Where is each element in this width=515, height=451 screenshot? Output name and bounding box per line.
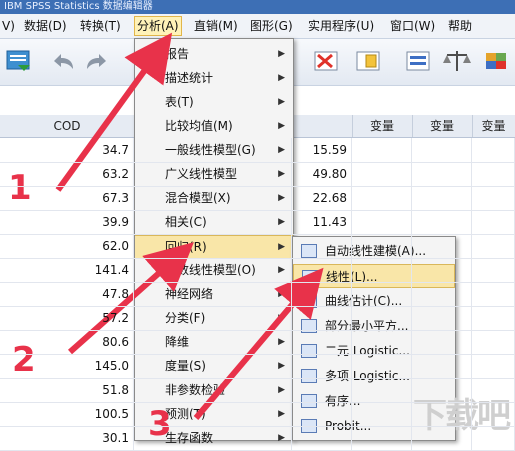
cell-empty[interactable] bbox=[412, 258, 472, 282]
cell-value[interactable] bbox=[292, 306, 352, 330]
table-row: 51.8 bbox=[0, 378, 515, 403]
cell-hidden[interactable] bbox=[134, 426, 292, 450]
cell-empty[interactable] bbox=[352, 162, 412, 186]
cell-empty[interactable] bbox=[412, 402, 472, 426]
cell-empty[interactable] bbox=[412, 306, 472, 330]
cell-cod[interactable]: 141.4 bbox=[0, 258, 134, 282]
cell-empty[interactable] bbox=[472, 138, 515, 162]
cell-hidden[interactable] bbox=[134, 354, 292, 378]
cell-empty[interactable] bbox=[352, 138, 412, 162]
table-row: 47.8 bbox=[0, 282, 515, 307]
cell-empty[interactable] bbox=[352, 402, 412, 426]
cell-value[interactable] bbox=[292, 282, 352, 306]
cell-value[interactable]: 22.68 bbox=[292, 186, 352, 210]
cell-empty[interactable] bbox=[352, 210, 412, 234]
cell-empty[interactable] bbox=[472, 354, 515, 378]
cell-empty[interactable] bbox=[472, 402, 515, 426]
table-row: 62.0 bbox=[0, 234, 515, 259]
cell-hidden[interactable] bbox=[134, 234, 292, 258]
cell-hidden[interactable] bbox=[134, 402, 292, 426]
cell-empty[interactable] bbox=[412, 378, 472, 402]
cell-empty[interactable] bbox=[472, 162, 515, 186]
cell-empty[interactable] bbox=[412, 210, 472, 234]
cell-empty[interactable] bbox=[472, 234, 515, 258]
cell-empty[interactable] bbox=[472, 210, 515, 234]
cell-empty[interactable] bbox=[472, 258, 515, 282]
cell-value[interactable] bbox=[292, 234, 352, 258]
cell-cod[interactable]: 34.7 bbox=[0, 138, 134, 162]
cell-hidden[interactable] bbox=[134, 330, 292, 354]
table-row: 67.3 22.68 bbox=[0, 186, 515, 211]
cell-empty[interactable] bbox=[412, 330, 472, 354]
cell-empty[interactable] bbox=[352, 306, 412, 330]
cell-value[interactable]: 15.59 bbox=[292, 138, 352, 162]
cell-hidden[interactable] bbox=[134, 306, 292, 330]
table-row: 80.6 bbox=[0, 330, 515, 355]
table-row: 39.9 11.43 bbox=[0, 210, 515, 235]
cell-empty[interactable] bbox=[352, 234, 412, 258]
cell-empty[interactable] bbox=[472, 306, 515, 330]
cell-cod[interactable]: 39.9 bbox=[0, 210, 134, 234]
table-row: 57.2 bbox=[0, 306, 515, 331]
cell-value[interactable] bbox=[292, 426, 352, 450]
table-row: 34.7 15.59 bbox=[0, 138, 515, 163]
cell-hidden[interactable] bbox=[134, 282, 292, 306]
cell-empty[interactable] bbox=[472, 186, 515, 210]
cell-hidden[interactable] bbox=[134, 258, 292, 282]
cell-hidden[interactable] bbox=[134, 378, 292, 402]
cell-empty[interactable] bbox=[472, 426, 515, 450]
cell-empty[interactable] bbox=[412, 138, 472, 162]
cell-empty[interactable] bbox=[472, 330, 515, 354]
cell-cod[interactable]: 30.1 bbox=[0, 426, 134, 450]
cell-cod[interactable]: 80.6 bbox=[0, 330, 134, 354]
table-row: 100.5 bbox=[0, 402, 515, 427]
table-row: 141.4 bbox=[0, 258, 515, 283]
table-row: 145.0 bbox=[0, 354, 515, 379]
cell-value[interactable] bbox=[292, 378, 352, 402]
cell-cod[interactable]: 63.2 bbox=[0, 162, 134, 186]
cell-empty[interactable] bbox=[412, 354, 472, 378]
cell-value[interactable] bbox=[292, 402, 352, 426]
cell-hidden[interactable] bbox=[134, 162, 292, 186]
cell-cod[interactable]: 62.0 bbox=[0, 234, 134, 258]
cell-value[interactable] bbox=[292, 354, 352, 378]
cell-empty[interactable] bbox=[352, 330, 412, 354]
cell-cod[interactable]: 67.3 bbox=[0, 186, 134, 210]
cell-empty[interactable] bbox=[412, 426, 472, 450]
cell-empty[interactable] bbox=[352, 426, 412, 450]
cell-empty[interactable] bbox=[412, 162, 472, 186]
cell-empty[interactable] bbox=[472, 378, 515, 402]
cell-empty[interactable] bbox=[352, 354, 412, 378]
cell-empty[interactable] bbox=[352, 258, 412, 282]
cell-cod[interactable]: 100.5 bbox=[0, 402, 134, 426]
cell-cod[interactable]: 145.0 bbox=[0, 354, 134, 378]
cell-cod[interactable]: 47.8 bbox=[0, 282, 134, 306]
cell-empty[interactable] bbox=[412, 186, 472, 210]
cell-hidden[interactable] bbox=[134, 186, 292, 210]
cell-value[interactable]: 49.80 bbox=[292, 162, 352, 186]
cell-empty[interactable] bbox=[352, 186, 412, 210]
cell-value[interactable] bbox=[292, 258, 352, 282]
cell-empty[interactable] bbox=[412, 234, 472, 258]
cell-empty[interactable] bbox=[412, 282, 472, 306]
cell-cod[interactable]: 57.2 bbox=[0, 306, 134, 330]
cell-empty[interactable] bbox=[352, 282, 412, 306]
cell-value[interactable] bbox=[292, 330, 352, 354]
cell-empty[interactable] bbox=[472, 282, 515, 306]
cell-cod[interactable]: 51.8 bbox=[0, 378, 134, 402]
cell-hidden[interactable] bbox=[134, 210, 292, 234]
table-row: 63.2 49.80 bbox=[0, 162, 515, 187]
cell-empty[interactable] bbox=[352, 378, 412, 402]
cell-hidden[interactable] bbox=[134, 138, 292, 162]
cell-value[interactable]: 11.43 bbox=[292, 210, 352, 234]
